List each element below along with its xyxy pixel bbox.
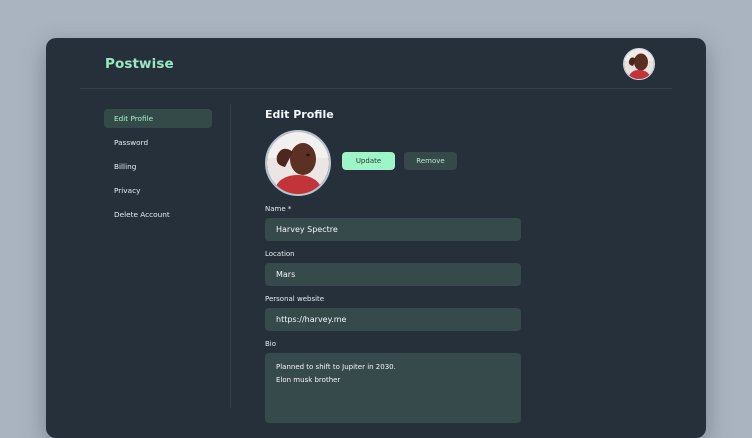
bio-line: Planned to shift to Jupiter in 2030. [276,363,396,371]
edit-profile-form: Edit Profile Update Remove Name * Harvey… [265,108,525,423]
app-window: Postwise Edit Profile Password Billing P… [46,38,706,438]
name-field[interactable]: Harvey Spectre [265,218,521,241]
remove-photo-button[interactable]: Remove [404,152,457,170]
website-field[interactable]: https://harvey.me [265,308,521,331]
website-label: Personal website [265,295,325,303]
brand-logo[interactable]: Postwise [105,56,174,72]
bio-label: Bio [265,340,277,348]
sidebar-item-delete-account[interactable]: Delete Account [104,205,212,224]
sidebar-item-privacy[interactable]: Privacy [104,181,212,200]
sidebar-item-billing[interactable]: Billing [104,157,212,176]
update-photo-button[interactable]: Update [342,152,395,170]
page-title: Edit Profile [265,108,334,121]
bio-line: Elon musk brother [276,376,341,384]
location-label: Location [265,250,295,258]
header-divider [80,88,672,89]
user-avatar[interactable] [623,48,655,80]
settings-sidebar: Edit Profile Password Billing Privacy De… [104,109,212,229]
profile-photo [265,130,331,196]
content-divider [230,104,231,408]
location-field[interactable]: Mars [265,263,521,286]
profile-photo-row: Update Remove [265,130,525,196]
sidebar-item-password[interactable]: Password [104,133,212,152]
name-label: Name * [265,205,292,213]
sidebar-item-edit-profile[interactable]: Edit Profile [104,109,212,128]
bio-field[interactable]: Planned to shift to Jupiter in 2030. Elo… [265,353,521,423]
